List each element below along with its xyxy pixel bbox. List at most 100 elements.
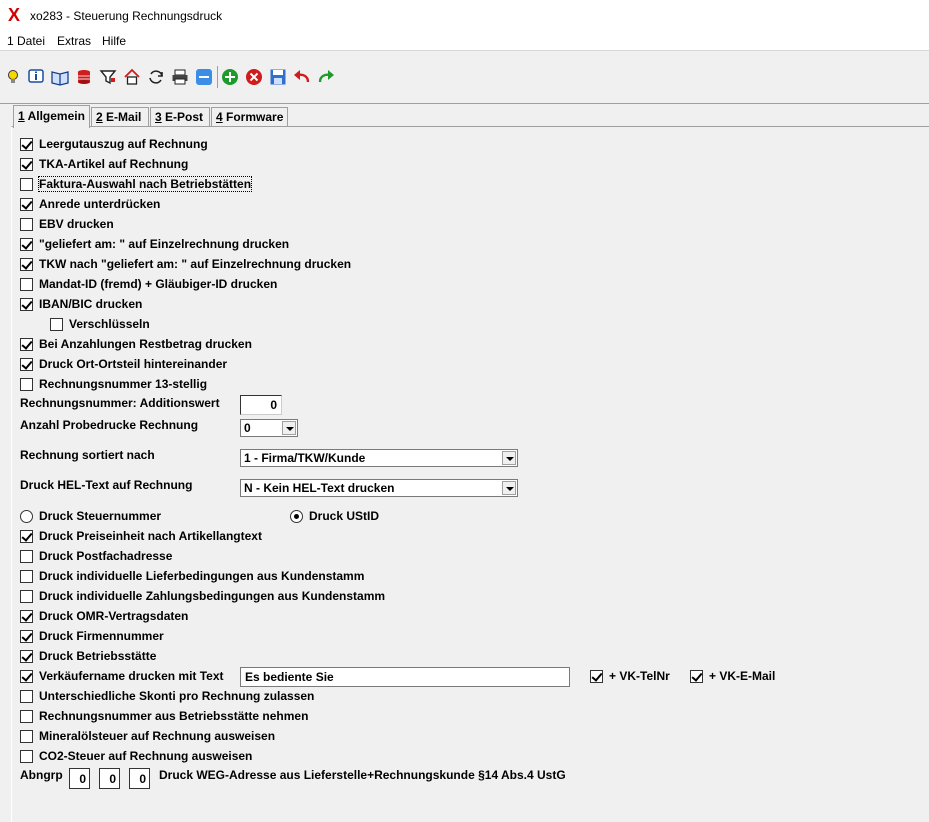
- tab-email[interactable]: 2 E-Mail: [91, 107, 149, 127]
- radio-button[interactable]: [290, 509, 303, 523]
- heltext-select[interactable]: N - Kein HEL-Text drucken: [240, 479, 518, 497]
- verkaeufer-text-input[interactable]: Es bediente Sie: [240, 667, 570, 687]
- menu-extras[interactable]: Extras: [57, 34, 91, 48]
- option-nr13[interactable]: Rechnungsnummer 13-stellig: [20, 376, 207, 392]
- checkbox[interactable]: [590, 669, 603, 683]
- delete-icon[interactable]: [245, 68, 263, 86]
- option-verschluesseln[interactable]: Verschlüsseln: [50, 316, 150, 332]
- option-omr[interactable]: Druck OMR-Vertragsdaten: [20, 608, 188, 624]
- option-anrede[interactable]: Anrede unterdrücken: [20, 196, 160, 212]
- option-anzahlungen[interactable]: Bei Anzahlungen Restbetrag drucken: [20, 336, 252, 352]
- chevron-down-icon[interactable]: [282, 421, 296, 435]
- undo-icon[interactable]: [293, 68, 311, 86]
- sortiert-select[interactable]: 1 - Firma/TKW/Kunde: [240, 449, 518, 467]
- checkbox[interactable]: [20, 609, 33, 623]
- app-logo-icon: X: [8, 5, 21, 25]
- checkbox[interactable]: [20, 257, 33, 271]
- chevron-down-icon[interactable]: [502, 481, 516, 495]
- checkbox[interactable]: [20, 729, 33, 743]
- option-faktura[interactable]: Faktura-Auswahl nach Betriebstätten: [20, 176, 253, 192]
- radio-steuernummer[interactable]: Druck Steuernummer: [20, 508, 161, 524]
- checkbox[interactable]: [20, 237, 33, 251]
- option-firmennr[interactable]: Druck Firmennummer: [20, 628, 164, 644]
- option-lieferbed[interactable]: Druck individuelle Lieferbedingungen aus…: [20, 568, 364, 584]
- option-leergut[interactable]: Leergutauszug auf Rechnung: [20, 136, 208, 152]
- checkbox[interactable]: [20, 629, 33, 643]
- title-bar: X xo283 - Steuerung Rechnungsdruck: [0, 0, 929, 31]
- checkbox[interactable]: [20, 197, 33, 211]
- checkbox[interactable]: [20, 749, 33, 763]
- checkbox[interactable]: [20, 549, 33, 563]
- checkbox[interactable]: [20, 217, 33, 231]
- radio-ustid[interactable]: Druck UStID: [290, 508, 379, 524]
- book-icon[interactable]: [51, 68, 69, 86]
- home-icon[interactable]: [123, 68, 141, 86]
- option-mandat[interactable]: Mandat-ID (fremd) + Gläubiger-ID drucken: [20, 276, 277, 292]
- option-iban[interactable]: IBAN/BIC drucken: [20, 296, 142, 312]
- refresh-icon[interactable]: [147, 68, 165, 86]
- checkbox[interactable]: [20, 157, 33, 171]
- checkbox[interactable]: [20, 529, 33, 543]
- checkbox[interactable]: [20, 357, 33, 371]
- printer-icon[interactable]: [171, 68, 189, 86]
- checkbox[interactable]: [50, 317, 63, 331]
- option-geliefert[interactable]: "geliefert am: " auf Einzelrechnung druc…: [20, 236, 289, 252]
- add-icon[interactable]: [221, 68, 239, 86]
- option-preiseinheit[interactable]: Druck Preiseinheit nach Artikellangtext: [20, 528, 262, 544]
- redo-icon[interactable]: [317, 68, 335, 86]
- tab-allgemein[interactable]: 1 Allgemein: [13, 105, 90, 128]
- filter-icon[interactable]: [99, 68, 117, 86]
- option-zahlungsbed[interactable]: Druck individuelle Zahlungsbedingungen a…: [20, 588, 385, 604]
- checkbox[interactable]: [20, 137, 33, 151]
- checkbox[interactable]: [20, 589, 33, 603]
- checkbox[interactable]: [20, 669, 33, 683]
- abngrp-input-1[interactable]: 0: [69, 768, 90, 789]
- menu-hilfe[interactable]: Hilfe: [102, 34, 126, 48]
- option-tka[interactable]: TKA-Artikel auf Rechnung: [20, 156, 188, 172]
- info-icon[interactable]: [27, 68, 45, 86]
- option-rechnr-bst[interactable]: Rechnungsnummer aus Betriebsstätte nehme…: [20, 708, 308, 724]
- save-icon[interactable]: [269, 68, 287, 86]
- lightbulb-icon[interactable]: [4, 68, 22, 86]
- option-vk-telnr[interactable]: + VK-TelNr: [590, 668, 670, 684]
- probedrucke-value: 0: [244, 421, 251, 435]
- checkbox[interactable]: [20, 569, 33, 583]
- database-icon[interactable]: [75, 68, 93, 86]
- checkbox[interactable]: [20, 649, 33, 663]
- probedrucke-select[interactable]: 0: [240, 419, 298, 437]
- additionswert-input[interactable]: 0: [240, 395, 282, 415]
- chevron-down-icon[interactable]: [502, 451, 516, 465]
- option-label: Bei Anzahlungen Restbetrag drucken: [39, 337, 252, 351]
- option-vk-email[interactable]: + VK-E-Mail: [690, 668, 775, 684]
- option-verkaeufer[interactable]: Verkäufername drucken mit Text: [20, 668, 224, 684]
- option-label: Druck individuelle Zahlungsbedingungen a…: [39, 589, 386, 603]
- option-label: Druck Ort-Ortsteil hintereinander: [39, 357, 228, 371]
- option-co2[interactable]: CO2-Steuer auf Rechnung ausweisen: [20, 748, 252, 764]
- radio-button[interactable]: [20, 509, 33, 523]
- option-postfach[interactable]: Druck Postfachadresse: [20, 548, 172, 564]
- abngrp-input-3[interactable]: 0: [129, 768, 150, 789]
- option-ortsteil[interactable]: Druck Ort-Ortsteil hintereinander: [20, 356, 227, 372]
- checkbox[interactable]: [20, 177, 33, 191]
- option-mineraloel[interactable]: Mineralölsteuer auf Rechnung ausweisen: [20, 728, 275, 744]
- checkbox[interactable]: [20, 337, 33, 351]
- checkbox[interactable]: [20, 377, 33, 391]
- menu-datei[interactable]: 1 Datei: [7, 34, 45, 48]
- option-tkw[interactable]: TKW nach "geliefert am: " auf Einzelrech…: [20, 256, 351, 272]
- abngrp-input-2[interactable]: 0: [99, 768, 120, 789]
- minus-icon[interactable]: [195, 68, 213, 86]
- checkbox[interactable]: [690, 669, 703, 683]
- checkbox[interactable]: [20, 709, 33, 723]
- checkbox[interactable]: [20, 689, 33, 703]
- checkbox[interactable]: [20, 277, 33, 291]
- option-label: CO2-Steuer auf Rechnung ausweisen: [39, 749, 253, 763]
- sortiert-label: Rechnung sortiert nach: [20, 448, 155, 462]
- checkbox[interactable]: [20, 297, 33, 311]
- tab-epost[interactable]: 3 E-Post: [150, 107, 210, 127]
- option-betriebsstaette[interactable]: Druck Betriebsstätte: [20, 648, 156, 664]
- option-label: + VK-TelNr: [609, 669, 670, 683]
- option-ebv[interactable]: EBV drucken: [20, 216, 114, 232]
- tab-formware[interactable]: 4 Formware: [211, 107, 288, 127]
- option-skonti[interactable]: Unterschiedliche Skonti pro Rechnung zul…: [20, 688, 314, 704]
- option-label: IBAN/BIC drucken: [39, 297, 143, 311]
